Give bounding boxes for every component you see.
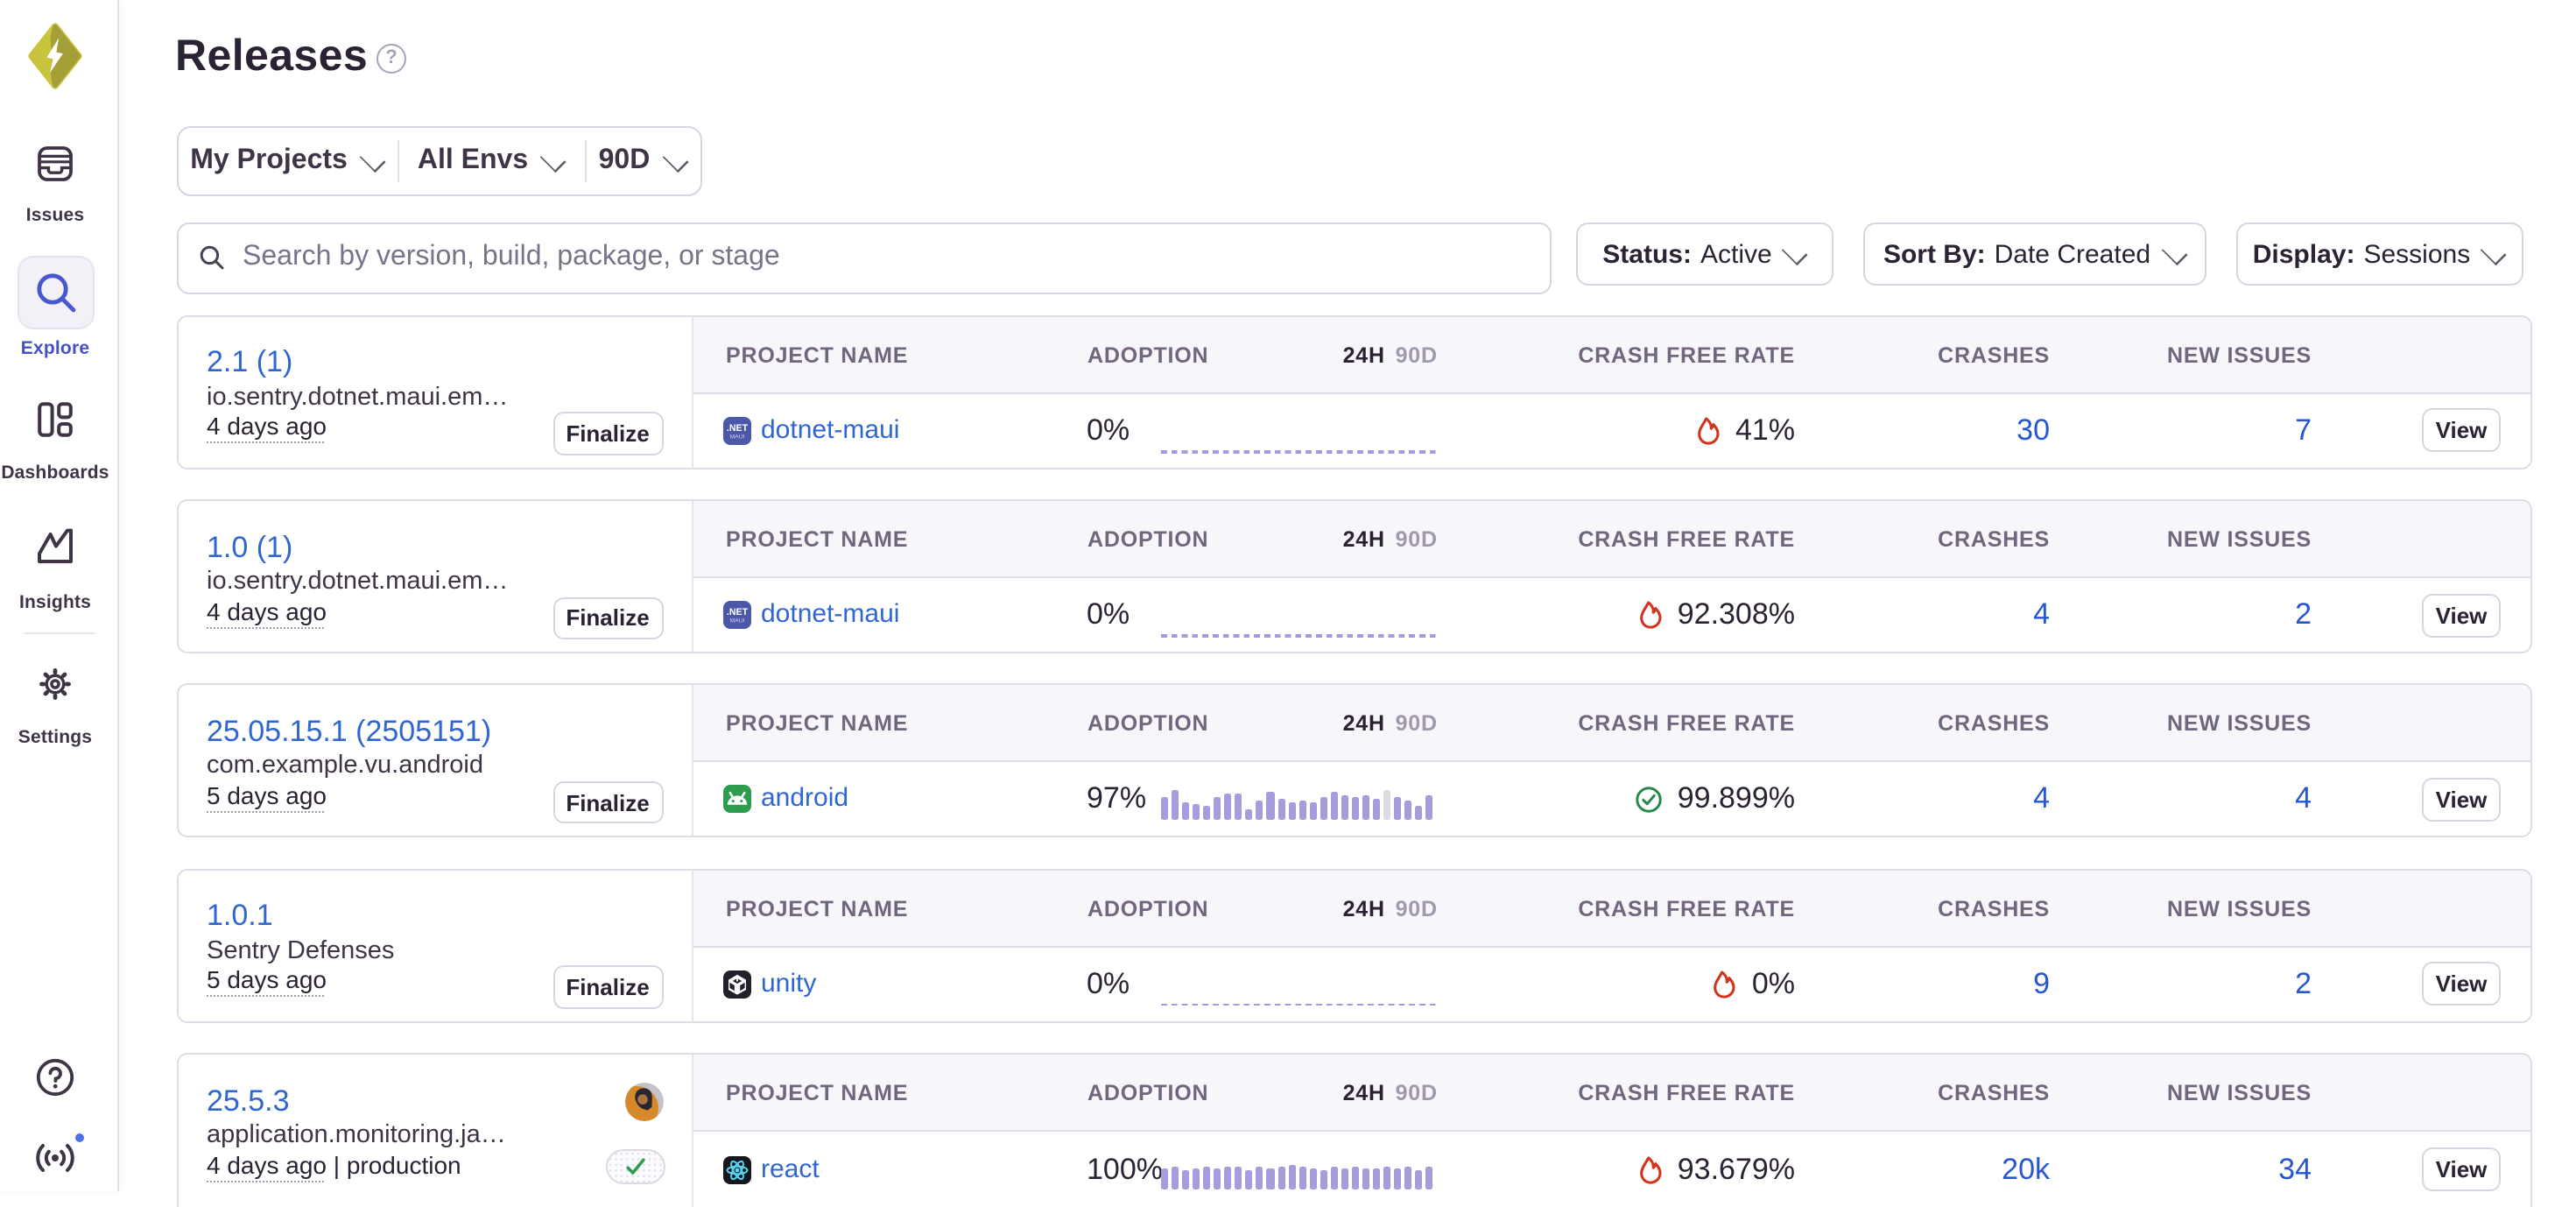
svg-text:MAUI: MAUI	[730, 618, 745, 625]
svg-text:.NET: .NET	[727, 607, 749, 618]
svg-text:MAUI: MAUI	[730, 434, 745, 440]
svg-text:.NET: .NET	[727, 423, 749, 434]
